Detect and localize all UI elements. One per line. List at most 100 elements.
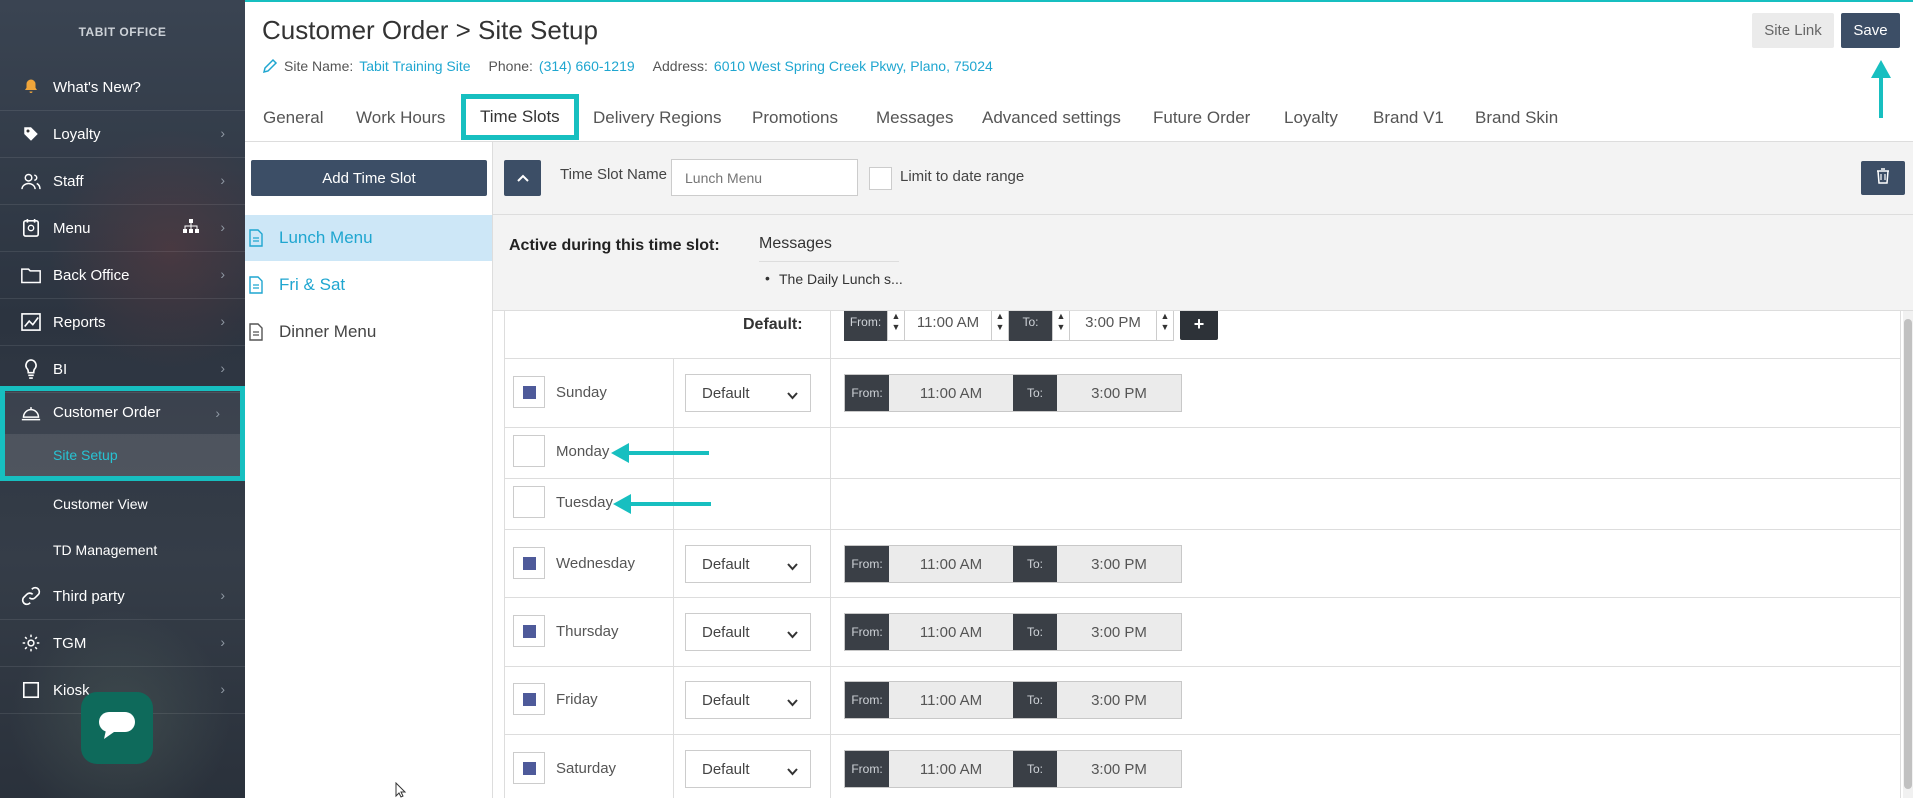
to-label: To:	[1013, 546, 1057, 582]
tab-advanced-settings[interactable]: Advanced settings	[982, 96, 1121, 140]
list-item[interactable]: Dinner Menu	[245, 309, 492, 355]
from-value: 11:00 AM	[889, 375, 1013, 411]
day-checkbox[interactable]	[513, 435, 545, 467]
spin-down-icon[interactable]: ▼	[892, 322, 901, 333]
folder-icon	[20, 264, 42, 286]
time-slot-select[interactable]: Default	[685, 613, 811, 651]
collapse-button[interactable]	[504, 160, 541, 196]
chevron-down-icon	[787, 387, 798, 404]
spin-up-icon[interactable]: ▲	[892, 311, 901, 322]
spin-up-icon[interactable]: ▲	[1057, 311, 1066, 322]
day-checkbox[interactable]	[513, 752, 545, 784]
sidebar-item-label: Customer Order	[53, 404, 161, 421]
limit-date-range-label: Limit to date range	[900, 168, 1025, 185]
sitemap-icon[interactable]	[183, 219, 199, 237]
list-item[interactable]: Lunch Menu	[245, 215, 492, 261]
select-value: Default	[702, 691, 750, 709]
sidebar-item-whats-new[interactable]: What's New?	[0, 64, 245, 111]
site-link-button[interactable]: Site Link	[1752, 13, 1834, 48]
from-label: From:	[845, 375, 889, 411]
tab-future-order[interactable]: Future Order	[1153, 96, 1250, 140]
from-spinner-right[interactable]: ▲ ▼	[991, 311, 1009, 341]
from-spinner[interactable]: ▲ ▼	[887, 311, 905, 341]
to-value: 3:00 PM	[1057, 614, 1181, 650]
tab-brand-v1[interactable]: Brand V1	[1373, 96, 1444, 140]
day-row-friday: Friday Default From: 11:00 AM To: 3:00 P…	[505, 667, 1900, 735]
chevron-right-icon: ›	[220, 125, 225, 141]
chevron-right-icon: ›	[215, 405, 220, 421]
to-value: 3:00 PM	[1057, 375, 1181, 411]
to-value: 3:00 PM	[1057, 546, 1181, 582]
add-range-button[interactable]: +	[1180, 311, 1218, 340]
settings-tabs: General Work Hours Time Slots Delivery R…	[245, 94, 1913, 142]
column-divider	[830, 479, 831, 529]
time-range: From: 11:00 AM To: 3:00 PM	[844, 613, 1182, 651]
tab-messages[interactable]: Messages	[876, 96, 953, 140]
sidebar-item-label: What's New?	[53, 78, 141, 96]
site-name-value[interactable]: Tabit Training Site	[359, 58, 470, 74]
chat-support-button[interactable]	[81, 692, 153, 764]
scroll-thumb[interactable]	[1904, 319, 1912, 789]
sidebar-item-tgm[interactable]: TGM ›	[0, 620, 245, 667]
sidebar-item-customer-order[interactable]: Customer Order ›	[5, 391, 240, 434]
address-value[interactable]: 6010 West Spring Creek Pkwy, Plano, 7502…	[714, 58, 993, 74]
time-slot-select[interactable]: Default	[685, 750, 811, 788]
schedule-scrollbar[interactable]	[1903, 311, 1913, 798]
sidebar-item-label: TGM	[53, 634, 87, 652]
tab-delivery-regions[interactable]: Delivery Regions	[593, 96, 722, 140]
phone-label: Phone:	[488, 58, 533, 74]
tab-brand-skin[interactable]: Brand Skin	[1475, 96, 1558, 140]
to-spinner[interactable]: ▲ ▼	[1052, 311, 1070, 341]
tab-promotions[interactable]: Promotions	[752, 96, 838, 140]
day-checkbox[interactable]	[513, 547, 545, 579]
sidebar-item-menu[interactable]: Menu ›	[0, 205, 245, 252]
sidebar-subitem-customer-view[interactable]: Customer View	[0, 481, 245, 527]
delete-time-slot-button[interactable]	[1861, 161, 1905, 195]
column-divider	[830, 598, 831, 666]
spin-down-icon[interactable]: ▼	[1057, 322, 1066, 333]
sidebar-item-third-party[interactable]: Third party ›	[0, 573, 245, 620]
limit-date-range-checkbox[interactable]	[869, 167, 892, 190]
default-to-input[interactable]: 3:00 PM	[1070, 311, 1156, 341]
column-divider	[830, 359, 831, 427]
day-checkbox[interactable]	[513, 376, 545, 408]
spin-down-icon[interactable]: ▼	[996, 322, 1005, 333]
day-checkbox[interactable]	[513, 683, 545, 715]
phone-value[interactable]: (314) 660-1219	[539, 58, 635, 74]
day-checkbox[interactable]	[513, 615, 545, 647]
sidebar-subitem-site-setup[interactable]: Site Setup	[5, 434, 240, 476]
day-checkbox[interactable]	[513, 486, 545, 518]
top-accent-line	[245, 0, 1913, 2]
time-slot-select[interactable]: Default	[685, 374, 811, 412]
select-value: Default	[702, 623, 750, 641]
sidebar-item-label: BI	[53, 360, 68, 378]
day-name: Tuesday	[556, 494, 613, 511]
column-divider	[830, 428, 831, 478]
sidebar-item-loyalty[interactable]: Loyalty ›	[0, 111, 245, 158]
save-button[interactable]: Save	[1841, 13, 1900, 48]
list-item[interactable]: Fri & Sat	[245, 262, 492, 308]
time-slot-name-input[interactable]	[671, 159, 858, 196]
message-item[interactable]: The Daily Lunch s...	[765, 270, 903, 287]
sidebar-subitem-td-management[interactable]: TD Management	[0, 527, 245, 573]
pencil-icon[interactable]	[262, 58, 278, 74]
site-info: Site Name: Tabit Training Site Phone: (3…	[262, 58, 1011, 74]
default-from-input[interactable]: 11:00 AM	[905, 311, 991, 341]
tab-loyalty[interactable]: Loyalty	[1284, 96, 1338, 140]
sidebar-item-staff[interactable]: Staff ›	[0, 158, 245, 205]
add-time-slot-button[interactable]: Add Time Slot	[251, 160, 487, 196]
tab-work-hours[interactable]: Work Hours	[356, 96, 445, 140]
tab-time-slots[interactable]: Time Slots	[461, 94, 579, 140]
spin-up-icon[interactable]: ▲	[996, 311, 1005, 322]
sidebar-item-back-office[interactable]: Back Office ›	[0, 252, 245, 299]
select-value: Default	[702, 384, 750, 402]
time-slot-select[interactable]: Default	[685, 681, 811, 719]
sidebar-item-reports[interactable]: Reports ›	[0, 299, 245, 346]
to-spinner-right[interactable]: ▲ ▼	[1156, 311, 1174, 341]
spin-down-icon[interactable]: ▼	[1161, 322, 1170, 333]
spin-up-icon[interactable]: ▲	[1161, 311, 1170, 322]
default-label: Default:	[743, 316, 803, 333]
tab-general[interactable]: General	[263, 96, 323, 140]
time-slot-select[interactable]: Default	[685, 545, 811, 583]
column-divider	[673, 735, 674, 798]
